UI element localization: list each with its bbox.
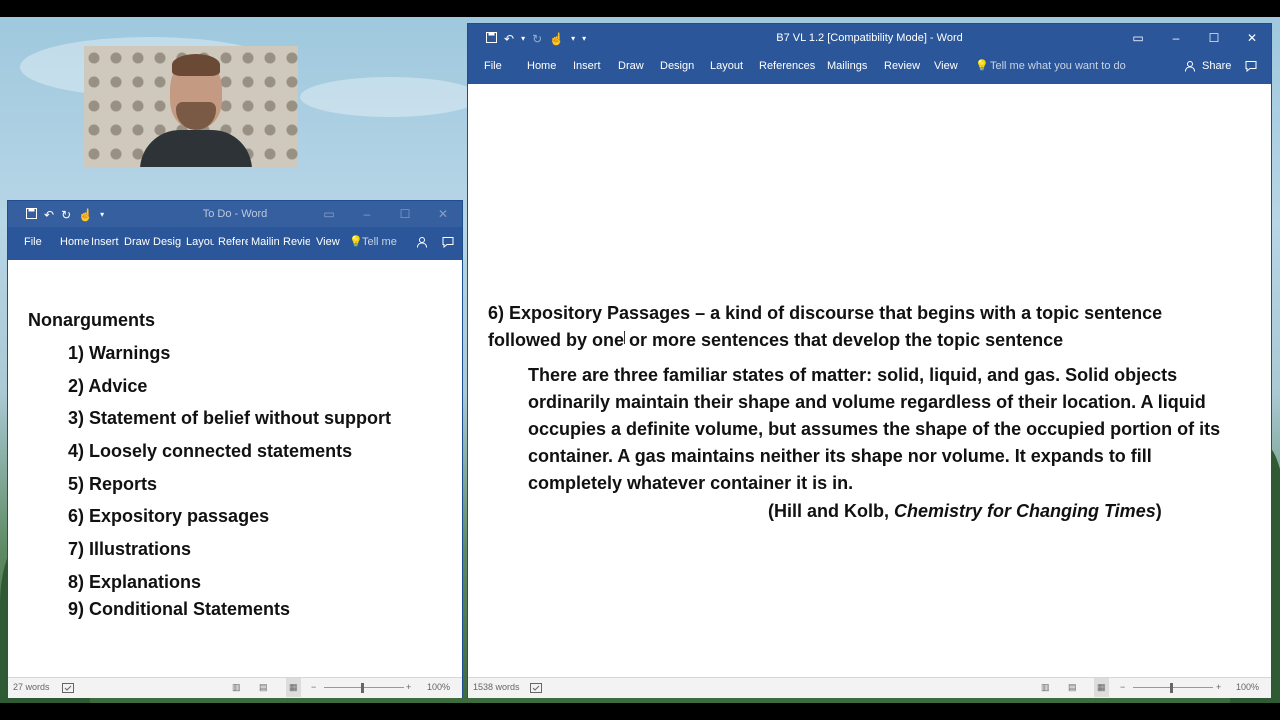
zoom-level[interactable]: 100%: [427, 678, 450, 697]
tab-insert[interactable]: Insert: [91, 227, 119, 257]
tab-file[interactable]: File: [24, 227, 42, 257]
cloud-shape: [300, 77, 480, 117]
title-bar: ↶ ▾ ↻ ☝ ▾ ▾ B7 VL 1.2 [Compatibility Mod…: [468, 24, 1271, 52]
zoom-slider[interactable]: [1133, 687, 1213, 688]
zoom-level[interactable]: 100%: [1236, 678, 1259, 697]
print-layout-icon[interactable]: ▤: [259, 678, 268, 697]
example-passage: There are three familiar states of matte…: [528, 365, 1221, 493]
tab-draw[interactable]: Draw: [618, 52, 644, 80]
tab-home[interactable]: Home: [60, 227, 90, 257]
list-item: 7) Illustrations: [68, 539, 192, 559]
word-window-todo: ↶ ↻ ☝ ▾ To Do - Word ▭ – ☐ ✕ File Home I…: [8, 201, 462, 698]
list-item: 6) Expository passages: [68, 506, 270, 526]
tab-view[interactable]: View: [316, 227, 340, 257]
zoom-in-icon[interactable]: +: [1216, 678, 1221, 697]
ribbon-display-icon[interactable]: ▭: [310, 201, 348, 227]
status-bar: 27 words ▥ ▤ ▦ − + 100%: [8, 677, 462, 698]
tab-layout[interactable]: Layou: [186, 227, 214, 257]
comments-icon[interactable]: [442, 227, 454, 257]
maximize-icon[interactable]: ☐: [1195, 24, 1233, 52]
document-page[interactable]: Nonarguments 1) Warnings 2) Advice 3) St…: [8, 260, 462, 677]
tab-draw[interactable]: Draw: [124, 227, 150, 257]
tell-me-search[interactable]: Tell me: [362, 227, 397, 257]
account-icon[interactable]: [416, 227, 428, 257]
tab-design[interactable]: Desig: [153, 227, 181, 257]
status-bar: 1538 words ▥ ▤ ▦ − + 100%: [468, 677, 1271, 698]
tab-mailings[interactable]: Mailin: [251, 227, 279, 257]
proofing-icon[interactable]: [62, 678, 74, 697]
proofing-icon[interactable]: [530, 678, 542, 697]
list-item: 8) Explanations: [68, 572, 202, 592]
citation-close: ): [1155, 501, 1162, 521]
tab-design[interactable]: Design: [660, 52, 694, 80]
tab-review[interactable]: Review: [884, 52, 920, 80]
word-count[interactable]: 1538 words: [473, 678, 520, 697]
close-icon[interactable]: ✕: [1233, 24, 1271, 52]
close-icon[interactable]: ✕: [424, 201, 462, 227]
list-item: 1) Warnings: [68, 343, 171, 363]
tell-me-search[interactable]: Tell me what you want to do: [990, 52, 1126, 80]
webcam-feed: [84, 46, 298, 167]
expository-definition: 6) Expository Passages – a kind of disco…: [488, 303, 1163, 350]
zoom-slider-thumb[interactable]: [361, 683, 364, 693]
citation: (Hill and Kolb, Chemistry for Changing T…: [768, 501, 1162, 522]
read-mode-icon[interactable]: ▥: [1041, 678, 1050, 697]
list-heading: Nonarguments: [28, 310, 156, 330]
web-layout-icon[interactable]: ▦: [286, 678, 301, 697]
tab-references[interactable]: Refere: [218, 227, 248, 257]
citation-title: Chemistry for Changing Times: [894, 501, 1156, 521]
zoom-slider[interactable]: [324, 687, 404, 688]
title-bar: ↶ ↻ ☝ ▾ To Do - Word ▭ – ☐ ✕: [8, 201, 462, 227]
read-mode-icon[interactable]: ▥: [232, 678, 241, 697]
web-layout-icon[interactable]: ▦: [1094, 678, 1109, 697]
list-item: 2) Advice: [68, 376, 148, 396]
minimize-icon[interactable]: –: [1157, 24, 1195, 52]
tab-mailings[interactable]: Mailings: [827, 52, 867, 80]
zoom-in-icon[interactable]: +: [406, 678, 411, 697]
zoom-out-icon[interactable]: −: [311, 678, 316, 697]
print-layout-icon[interactable]: ▤: [1068, 678, 1077, 697]
ribbon-display-icon[interactable]: ▭: [1119, 24, 1157, 52]
list-item: 5) Reports: [68, 474, 158, 494]
window-controls: ▭ – ☐ ✕: [1119, 24, 1271, 52]
tab-home[interactable]: Home: [527, 52, 556, 80]
comments-icon[interactable]: [1245, 52, 1257, 80]
tab-insert[interactable]: Insert: [573, 52, 601, 80]
tab-review[interactable]: Reviev: [283, 227, 310, 257]
tab-references[interactable]: References: [759, 52, 815, 80]
share-user-icon[interactable]: [1184, 52, 1196, 80]
share-button[interactable]: Share: [1202, 52, 1231, 80]
list-item: 3) Statement of belief without support: [68, 408, 391, 428]
tab-view[interactable]: View: [934, 52, 958, 80]
window-controls: ▭ – ☐ ✕: [310, 201, 462, 227]
word-count[interactable]: 27 words: [13, 678, 50, 697]
word-window-b7: ↶ ▾ ↻ ☝ ▾ ▾ B7 VL 1.2 [Compatibility Mod…: [468, 24, 1271, 698]
zoom-slider-thumb[interactable]: [1170, 683, 1173, 693]
text-cursor-icon: [624, 331, 625, 344]
minimize-icon[interactable]: –: [348, 201, 386, 227]
document-page[interactable]: 6) Expository Passages – a kind of disco…: [468, 84, 1271, 677]
person-hair: [172, 54, 220, 76]
zoom-out-icon[interactable]: −: [1120, 678, 1125, 697]
tab-file[interactable]: File: [484, 52, 502, 80]
citation-authors: (Hill and Kolb,: [768, 501, 894, 521]
lightbulb-icon[interactable]: 💡: [349, 227, 363, 257]
ribbon-tabs: File Home Insert Draw Design Layout Refe…: [468, 52, 1271, 84]
lightbulb-icon[interactable]: 💡: [975, 52, 989, 80]
list-item: 9) Conditional Statements: [68, 599, 291, 619]
ribbon-tabs: File Home Insert Draw Desig Layou Refere…: [8, 227, 462, 260]
tab-layout[interactable]: Layout: [710, 52, 743, 80]
maximize-icon[interactable]: ☐: [386, 201, 424, 227]
list-item: 4) Loosely connected statements: [68, 441, 353, 461]
